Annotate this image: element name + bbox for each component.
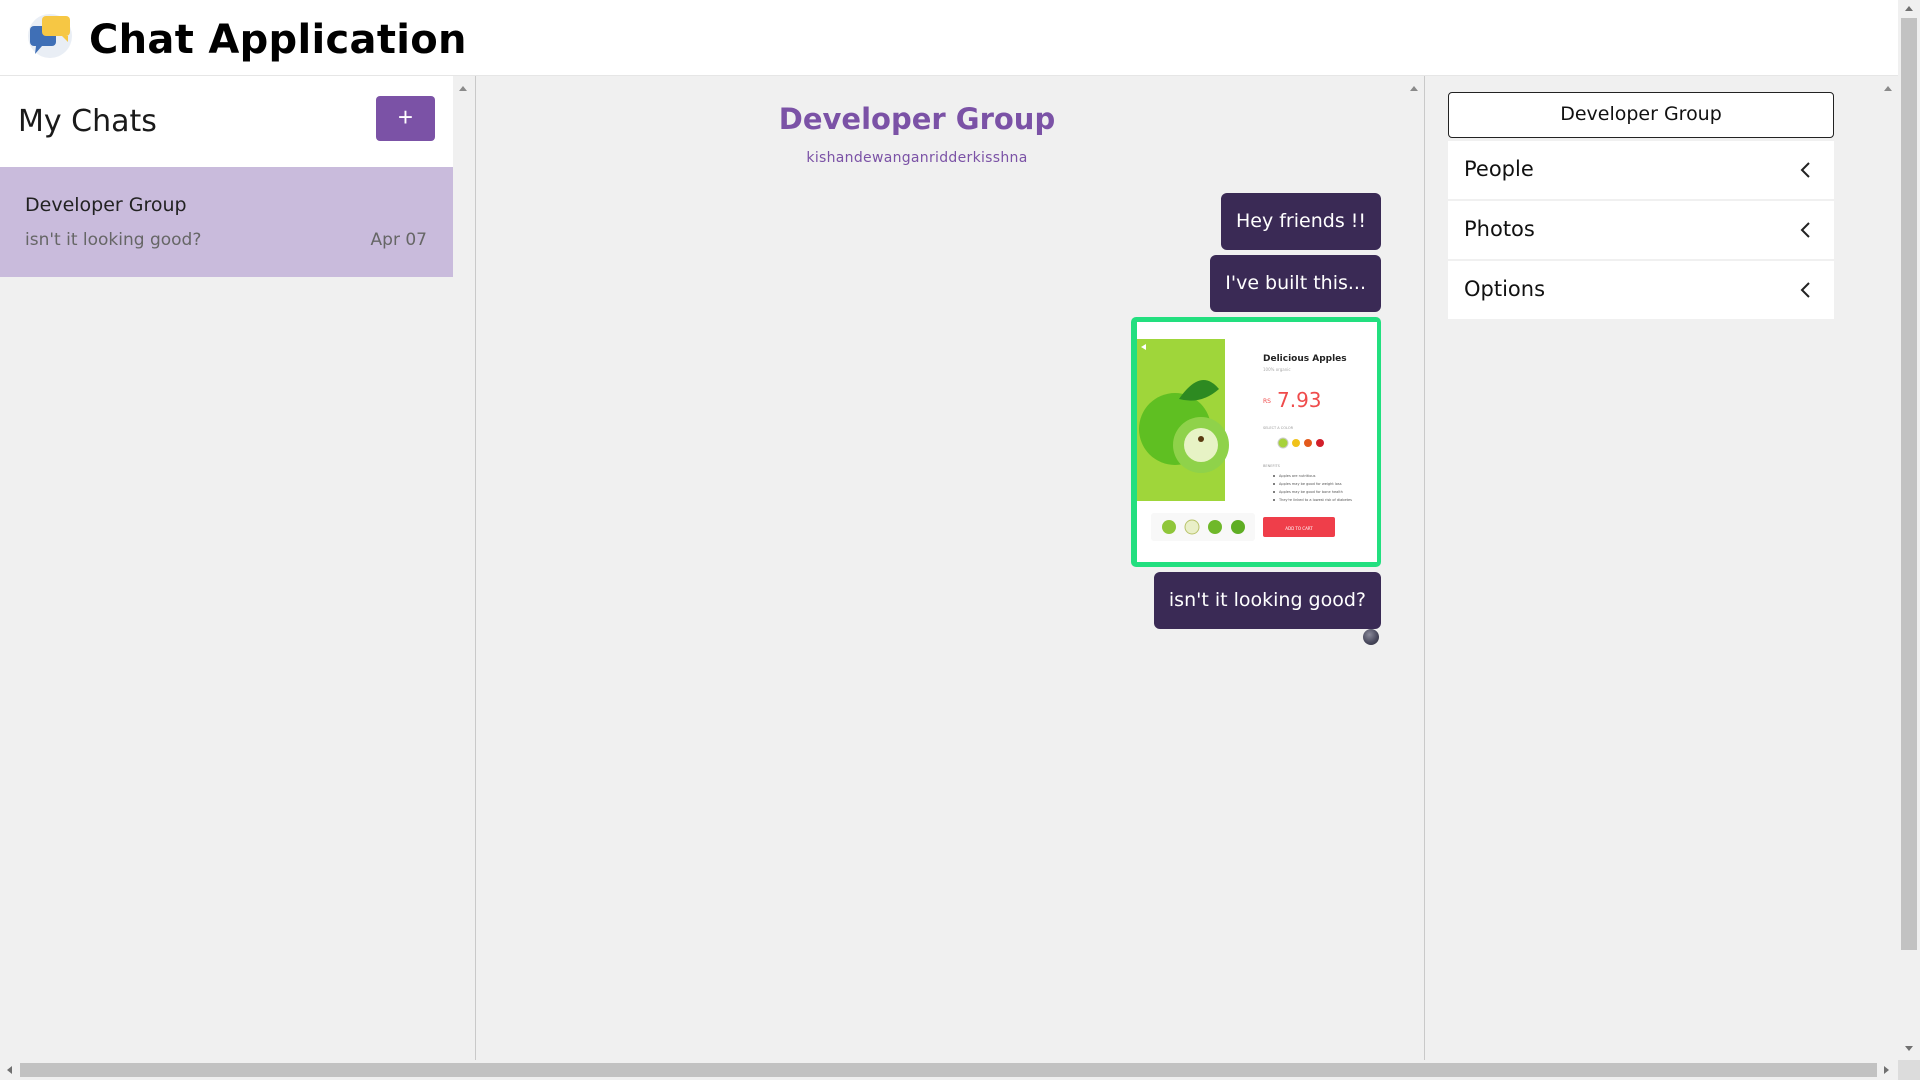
scroll-down-arrow-icon[interactable] [1905, 1046, 1913, 1051]
scroll-left-arrow-icon[interactable] [7, 1066, 12, 1074]
horizontal-scrollbar-thumb[interactable] [20, 1063, 1877, 1077]
chat-item-last-message: isn't it looking good? [25, 230, 202, 250]
vertical-scrollbar[interactable] [1898, 0, 1920, 1060]
message-image[interactable]: Delicious Apples 100% organic RS 7.93 SE… [1131, 317, 1381, 567]
app-title: Chat Application [89, 17, 467, 63]
scroll-up-arrow-icon[interactable] [1410, 86, 1418, 91]
scroll-right-arrow-icon[interactable] [1884, 1066, 1889, 1074]
scroll-up-arrow-icon[interactable] [1884, 86, 1892, 91]
benefit-item: Apples may be good for bone health [1279, 490, 1343, 494]
scrollbar-corner [1898, 1060, 1920, 1080]
group-name-button[interactable]: Developer Group [1448, 92, 1834, 138]
chat-item-name: Developer Group [25, 194, 187, 216]
chevron-left-icon [1796, 280, 1816, 300]
accordion-label: People [1464, 157, 1534, 181]
vertical-scrollbar-thumb[interactable] [1901, 18, 1917, 950]
chat-bubbles-icon [26, 8, 76, 60]
avatar[interactable] [1363, 629, 1379, 645]
chat-list-header: My Chats + [0, 76, 453, 167]
product-price: 7.93 [1277, 388, 1322, 412]
color-label: SELECT A COLOR [1263, 426, 1294, 430]
benefit-item: They're linked to a lowest risk of diabe… [1278, 498, 1352, 502]
conversation-members: kishandewanganridderkisshna [806, 150, 1028, 166]
app-header: Chat Application [0, 0, 1898, 76]
chat-item-date: Apr 07 [370, 230, 427, 250]
scroll-up-arrow-icon[interactable] [459, 86, 467, 91]
message-bubble: isn't it looking good? [1153, 572, 1381, 629]
accordion-people[interactable]: People [1448, 141, 1834, 199]
chat-list-panel: My Chats + Developer Group isn't it look… [0, 76, 475, 1060]
benefit-item: Apples may be good for weight loss [1279, 482, 1342, 486]
scroll-up-arrow-icon[interactable] [1905, 6, 1913, 11]
accordion-photos[interactable]: Photos [1448, 201, 1834, 259]
chevron-left-icon [1796, 220, 1816, 240]
product-subtitle: 100% organic [1263, 367, 1291, 372]
product-title: Delicious Apples [1263, 354, 1347, 364]
accordion-label: Options [1464, 277, 1546, 301]
conversation-title: Developer Group [778, 102, 1056, 136]
horizontal-scrollbar[interactable] [0, 1060, 1920, 1080]
message-bubble: Hey friends !! [1220, 193, 1381, 250]
chevron-left-icon [1796, 160, 1816, 180]
accordion-options[interactable]: Options [1448, 261, 1834, 319]
accordion-label: Photos [1464, 217, 1535, 241]
benefits-label: BENEFITS [1263, 464, 1281, 468]
add-to-cart-label: ADD TO CART [1285, 526, 1313, 531]
message-bubble: I've built this... [1210, 255, 1381, 312]
product-currency: RS [1263, 398, 1271, 405]
new-group-chat-button[interactable]: + [376, 96, 435, 141]
chat-list-item[interactable]: Developer Group isn't it looking good? A… [0, 167, 453, 277]
conversation-panel: Developer Group kishandewanganridderkiss… [476, 76, 1424, 1060]
group-details-panel: Developer Group People Photos Options [1425, 76, 1898, 1060]
benefit-item: Apples are nutritious [1279, 474, 1316, 478]
chat-list-title: My Chats [18, 104, 157, 139]
